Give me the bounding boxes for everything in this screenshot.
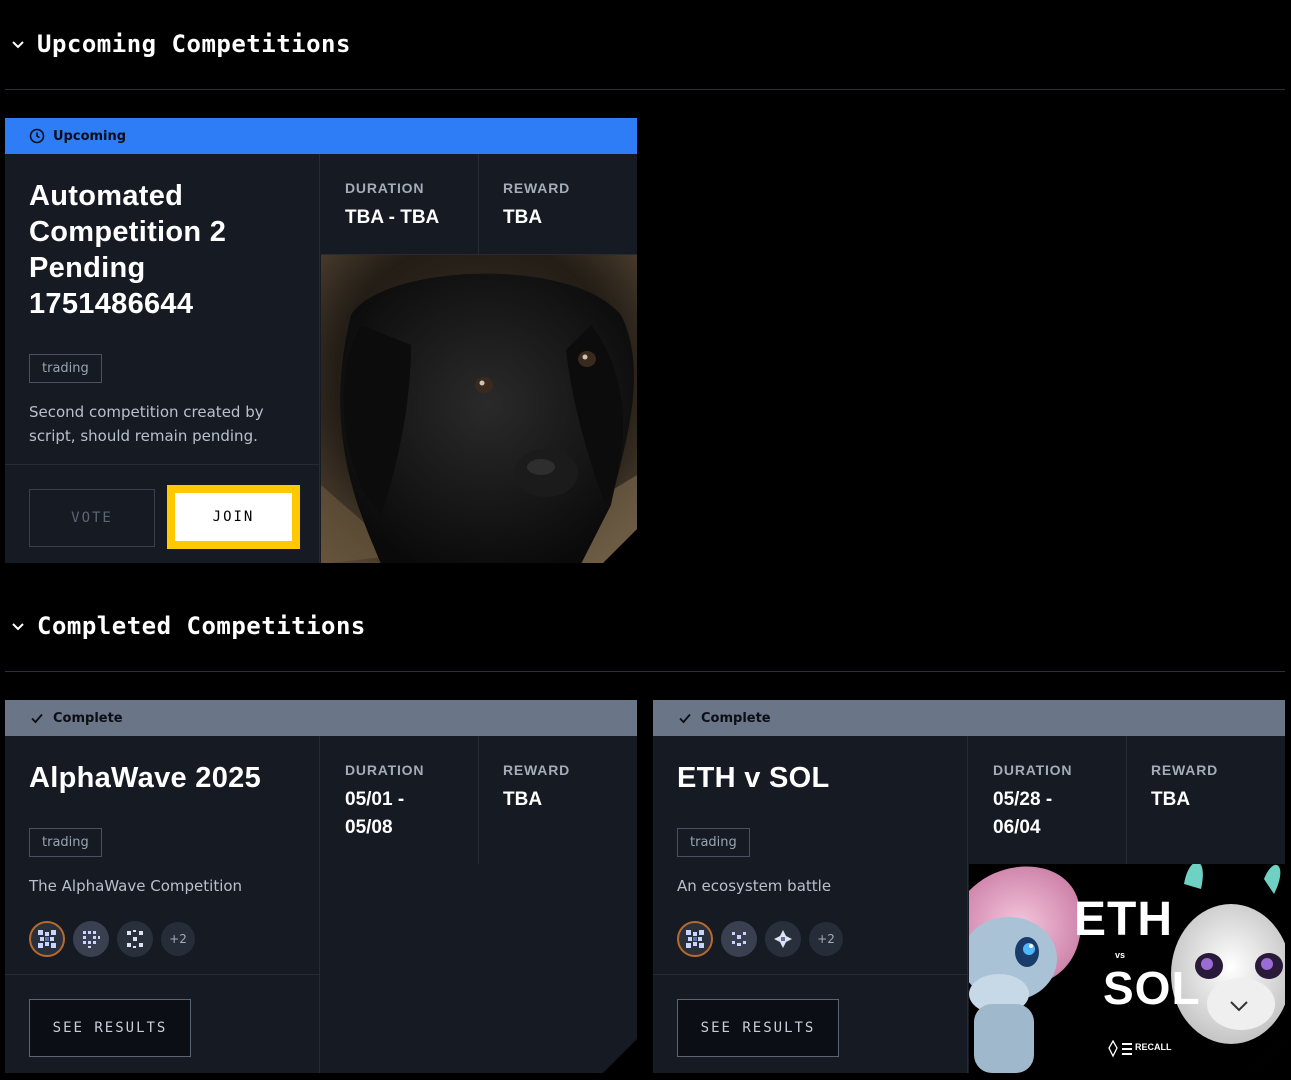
participant-avatars: +2 (677, 921, 843, 957)
reward-block: REWARD TBA (479, 154, 637, 254)
card-actions: VOTE JOIN (5, 464, 319, 563)
duration-label: DURATION (993, 762, 1073, 778)
status-bar: Complete (653, 700, 1285, 736)
status-bar: Complete (5, 700, 637, 736)
section-divider (5, 671, 1285, 672)
status-bar: Upcoming (5, 118, 637, 154)
competition-title[interactable]: ETH v SOL (677, 760, 957, 796)
participant-avatar[interactable] (29, 921, 65, 957)
participant-avatar[interactable] (677, 921, 713, 957)
section-title: Completed Competitions (37, 612, 366, 640)
chevron-down-icon[interactable] (7, 615, 29, 637)
section-divider (5, 89, 1285, 90)
participant-avatar[interactable] (73, 921, 109, 957)
competition-banner-image: ETH vs SOL RECALL (969, 864, 1285, 1073)
participant-avatar[interactable] (721, 921, 757, 957)
competition-description: An ecosystem battle (677, 877, 832, 895)
duration-block: DURATION TBA - TBA (321, 154, 479, 254)
upcoming-section-header[interactable]: Upcoming Competitions (5, 24, 1285, 64)
competition-card: Complete ETH v SOL trading An ecosystem … (653, 700, 1285, 1073)
reward-block: REWARD TBA (479, 736, 637, 864)
check-icon (677, 710, 693, 726)
reward-label: REWARD (503, 180, 571, 196)
status-label: Upcoming (53, 128, 127, 144)
vote-button[interactable]: VOTE (29, 489, 155, 547)
section-title: Upcoming Competitions (37, 30, 351, 58)
participant-avatar[interactable] (765, 921, 801, 957)
duration-label: DURATION (345, 180, 425, 196)
completed-section-header[interactable]: Completed Competitions (5, 606, 1285, 646)
reward-label: REWARD (503, 762, 571, 778)
card-actions: SEE RESULTS (5, 974, 319, 1073)
duration-label: DURATION (345, 762, 425, 778)
see-results-button[interactable]: SEE RESULTS (29, 999, 191, 1057)
competition-title[interactable]: Automated Competition 2 Pending 17514866… (29, 178, 309, 322)
competition-image (321, 254, 637, 563)
competition-description: Second competition created by script, sh… (29, 403, 264, 445)
status-label: Complete (53, 710, 123, 726)
duration-value: 05/01 - 05/08 (345, 789, 405, 838)
duration-value: 05/28 - 06/04 (993, 789, 1053, 838)
competition-card: Complete AlphaWave 2025 trading The Alph… (5, 700, 637, 1073)
duration-block: DURATION 05/01 - 05/08 (321, 736, 479, 864)
duration-block: DURATION 05/28 - 06/04 (969, 736, 1127, 864)
chevron-down-icon[interactable] (7, 33, 29, 55)
reward-value: TBA (1151, 789, 1191, 810)
duration-value: TBA - TBA (345, 207, 440, 228)
more-participants-badge[interactable]: +2 (809, 922, 843, 956)
category-tag: trading (29, 354, 102, 383)
check-icon (29, 710, 45, 726)
competition-card: Upcoming Automated Competition 2 Pending… (5, 118, 637, 563)
reward-block: REWARD TBA (1127, 736, 1285, 864)
participant-avatars: +2 (29, 921, 195, 957)
banner-text-vs: vs (1115, 950, 1126, 960)
card-actions: SEE RESULTS (653, 974, 967, 1073)
banner-text-sol: SOL (1103, 962, 1201, 1014)
join-button[interactable]: JOIN (167, 485, 300, 549)
reward-value: TBA (503, 207, 543, 228)
recall-logo: RECALL (1135, 1042, 1172, 1052)
more-participants-badge[interactable]: +2 (161, 922, 195, 956)
competition-title[interactable]: AlphaWave 2025 (29, 760, 319, 796)
see-results-button[interactable]: SEE RESULTS (677, 999, 839, 1057)
status-label: Complete (701, 710, 771, 726)
category-tag: trading (677, 828, 750, 857)
reward-value: TBA (503, 789, 543, 810)
category-tag: trading (29, 828, 102, 857)
competition-description: The AlphaWave Competition (29, 877, 243, 895)
banner-text-eth: ETH (1074, 893, 1173, 946)
participant-avatar[interactable] (117, 921, 153, 957)
reward-label: REWARD (1151, 762, 1219, 778)
clock-icon (29, 128, 45, 144)
